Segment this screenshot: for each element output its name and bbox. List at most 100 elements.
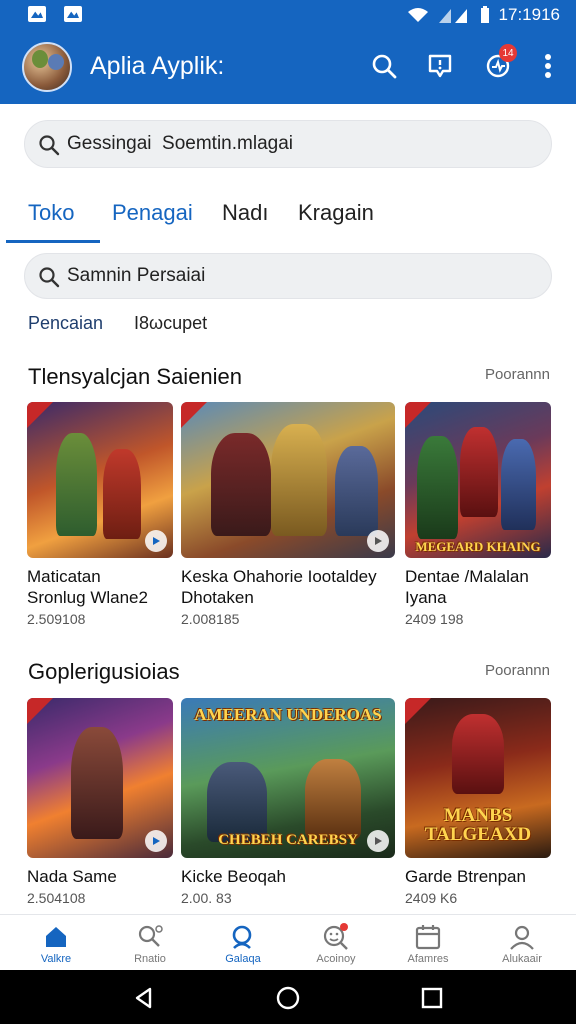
tab-kragain[interactable]: Kragain xyxy=(298,200,374,226)
calendar-icon xyxy=(415,925,441,950)
game-title: Keska Ohahorie Iootaldey xyxy=(181,567,377,586)
status-bar: 17:1916 xyxy=(0,0,576,30)
nav-label: Alukaair xyxy=(502,953,542,965)
game-subtitle: Iyana xyxy=(405,588,447,607)
search-person-icon xyxy=(138,925,163,947)
chip-second[interactable]: Ι8ωcupet xyxy=(134,313,207,334)
play-icon xyxy=(367,530,389,552)
game-art-subtitle: CHEBEH CAREBSY xyxy=(218,832,358,848)
active-tab-indicator xyxy=(6,240,100,243)
back-triangle-icon xyxy=(135,987,152,1009)
home-icon xyxy=(46,927,66,947)
game-card[interactable]: MEGEARD KHAING Dentae /Malalan Iyana 240… xyxy=(405,402,551,627)
game-subtitle: Dhotaken xyxy=(181,588,254,607)
battery-icon xyxy=(480,6,489,23)
game-subtitle: Sronlug Wlane2 xyxy=(27,588,148,607)
hot-ribbon xyxy=(405,698,431,724)
bottom-navigation: Valkre Rnatio Galaqa Acoinoy Afamres Alu… xyxy=(0,914,576,970)
tab-penagai[interactable]: Penagai xyxy=(112,200,193,226)
nav-label: Galaqa xyxy=(225,953,261,965)
section-more-link[interactable]: Poorannn xyxy=(485,662,550,679)
section-title: Goplerigusioias xyxy=(28,659,180,684)
game-thumbnail xyxy=(27,402,173,558)
game-thumbnail xyxy=(181,402,395,558)
app-bar: Aplia Ayplik: 14 xyxy=(0,30,576,104)
game-art-logo: AMEERAN UNDEROAS xyxy=(194,705,382,724)
back-button[interactable] xyxy=(130,984,158,1012)
nav-search[interactable]: Galaqa xyxy=(203,923,283,965)
game-card[interactable]: Keska Ohahorie Iootaldey Dhotaken 2.0081… xyxy=(181,402,395,627)
recents-button[interactable] xyxy=(418,984,446,1012)
feedback-button[interactable] xyxy=(424,50,456,82)
nav-label: Acoinoy xyxy=(316,953,356,965)
wifi-icon xyxy=(407,8,428,22)
game-thumbnail xyxy=(27,698,173,858)
nav-profile[interactable]: Alukaair xyxy=(482,923,562,965)
app-title: Aplia Ayplik: xyxy=(90,52,225,80)
game-art-logo: MEGEARD KHAING xyxy=(415,539,541,554)
gallery-notification-icon xyxy=(28,6,46,22)
tab-toko[interactable]: Toko xyxy=(28,200,74,226)
search-icon xyxy=(39,135,60,156)
play-icon xyxy=(145,530,167,552)
game-title: Dentae /Malalan xyxy=(405,567,529,586)
nav-label: Afamres xyxy=(407,953,449,965)
game-card[interactable]: Maticatan Sronlug Wlane2 2.509108 xyxy=(27,402,173,627)
face-search-icon xyxy=(323,923,348,950)
clock: 17:1916 xyxy=(498,5,560,24)
nav-activity[interactable]: Acoinoy xyxy=(296,923,376,965)
home-button[interactable] xyxy=(274,984,302,1012)
notifications-button[interactable]: 14 xyxy=(482,44,517,82)
more-vertical-icon xyxy=(545,54,551,78)
overflow-menu-button[interactable] xyxy=(532,50,564,82)
nav-label: Valkre xyxy=(40,953,72,965)
search-icon xyxy=(39,267,60,288)
search-icon xyxy=(232,925,252,949)
game-downloads: 2409 K6 xyxy=(405,890,458,906)
nav-label: Rnatio xyxy=(134,953,166,965)
play-icon xyxy=(145,830,167,852)
notification-badge: 14 xyxy=(499,44,517,62)
hot-ribbon xyxy=(27,698,53,724)
hot-ribbon xyxy=(181,402,207,428)
game-thumbnail: MEGEARD KHAING xyxy=(405,402,551,558)
mail-notification-icon xyxy=(64,6,82,22)
recents-square-icon xyxy=(421,987,443,1009)
section-title: Tlensyalcjan Saienien xyxy=(28,364,243,389)
game-downloads: 2.00. 83 xyxy=(181,890,232,906)
secondary-search-input[interactable] xyxy=(67,254,537,298)
home-circle-icon xyxy=(276,986,300,1010)
search-icon xyxy=(372,54,397,79)
secondary-search-bar[interactable] xyxy=(24,253,552,299)
game-title: Garde Btrenpan xyxy=(405,867,526,886)
person-icon xyxy=(510,925,534,950)
avatar[interactable] xyxy=(22,42,72,92)
game-downloads: 2409 198 xyxy=(405,611,464,627)
game-downloads: 2.509108 xyxy=(27,611,86,627)
game-downloads: 2.504108 xyxy=(27,890,86,906)
hot-ribbon xyxy=(405,402,431,428)
game-art-logo: MANBS TALGEAXD xyxy=(424,805,532,845)
nav-home[interactable]: Valkre xyxy=(16,923,96,965)
game-card[interactable]: AMEERAN UNDEROAS CHEBEH CAREBSY Kicke Be… xyxy=(181,698,395,906)
top-search-input[interactable] xyxy=(67,121,537,167)
search-button[interactable] xyxy=(368,50,400,82)
nav-explore[interactable]: Rnatio xyxy=(110,923,190,965)
nav-calendar[interactable]: Afamres xyxy=(388,923,468,965)
top-search-bar[interactable] xyxy=(24,120,552,168)
hot-ribbon xyxy=(27,402,53,428)
game-card[interactable]: Nada Same 2.504108 xyxy=(27,698,173,906)
signal-icon xyxy=(438,9,467,23)
game-thumbnail: AMEERAN UNDEROAS CHEBEH CAREBSY xyxy=(181,698,395,858)
message-alert-icon xyxy=(428,54,452,78)
section-more-link[interactable]: Poorannn xyxy=(485,366,550,383)
game-downloads: 2.008185 xyxy=(181,611,240,627)
system-navigation-bar xyxy=(0,970,576,1024)
game-card[interactable]: MANBS TALGEAXD Garde Btrenpan 2409 K6 xyxy=(405,698,551,906)
game-thumbnail: MANBS TALGEAXD xyxy=(405,698,551,858)
game-title: Maticatan xyxy=(27,567,101,586)
game-title: Kicke Beoqah xyxy=(181,867,286,886)
category-tabs: Toko Penagai Nadı Kragain xyxy=(0,188,576,244)
tab-nadi[interactable]: Nadı xyxy=(222,200,268,226)
chip-pencaian[interactable]: Pencaian xyxy=(28,313,103,334)
